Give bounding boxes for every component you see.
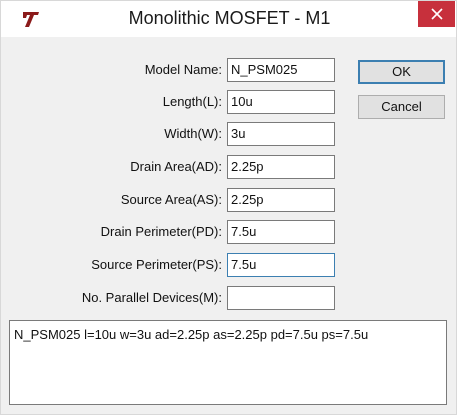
drain-perimeter-input[interactable]: 7.5u xyxy=(227,220,335,244)
width-input[interactable]: 3u xyxy=(227,122,335,146)
source-perimeter-input[interactable]: 7.5u xyxy=(227,253,335,277)
cancel-button[interactable]: Cancel xyxy=(358,95,445,119)
window-title: Monolithic MOSFET - M1 xyxy=(128,8,331,28)
source-area-label: Source Area(AS): xyxy=(120,192,222,207)
length-label: Length(L): xyxy=(162,94,222,109)
source-perimeter-label: Source Perimeter(PS): xyxy=(91,257,222,272)
title-bar: Monolithic MOSFET - M1 xyxy=(1,1,456,37)
drain-area-label: Drain Area(AD): xyxy=(130,159,222,174)
close-icon xyxy=(430,8,443,20)
close-button[interactable] xyxy=(418,1,455,27)
length-input[interactable]: 10u xyxy=(227,90,335,114)
parallel-devices-label: No. Parallel Devices(M): xyxy=(81,290,222,305)
ok-button[interactable]: OK xyxy=(358,60,445,84)
mosfet-dialog: Monolithic MOSFET - M1 Model Name: N_PSM… xyxy=(0,0,457,415)
model-name-input[interactable]: N_PSM025 xyxy=(227,58,335,82)
model-name-label: Model Name: xyxy=(144,62,222,77)
source-area-input[interactable]: 2.25p xyxy=(227,188,335,212)
parallel-devices-input[interactable] xyxy=(227,286,335,310)
ltspice-logo-icon xyxy=(21,9,41,29)
drain-area-input[interactable]: 2.25p xyxy=(227,155,335,179)
width-label: Width(W): xyxy=(164,126,222,141)
spice-line-preview[interactable]: N_PSM025 l=10u w=3u ad=2.25p as=2.25p pd… xyxy=(9,320,447,405)
drain-perimeter-label: Drain Perimeter(PD): xyxy=(100,224,222,239)
